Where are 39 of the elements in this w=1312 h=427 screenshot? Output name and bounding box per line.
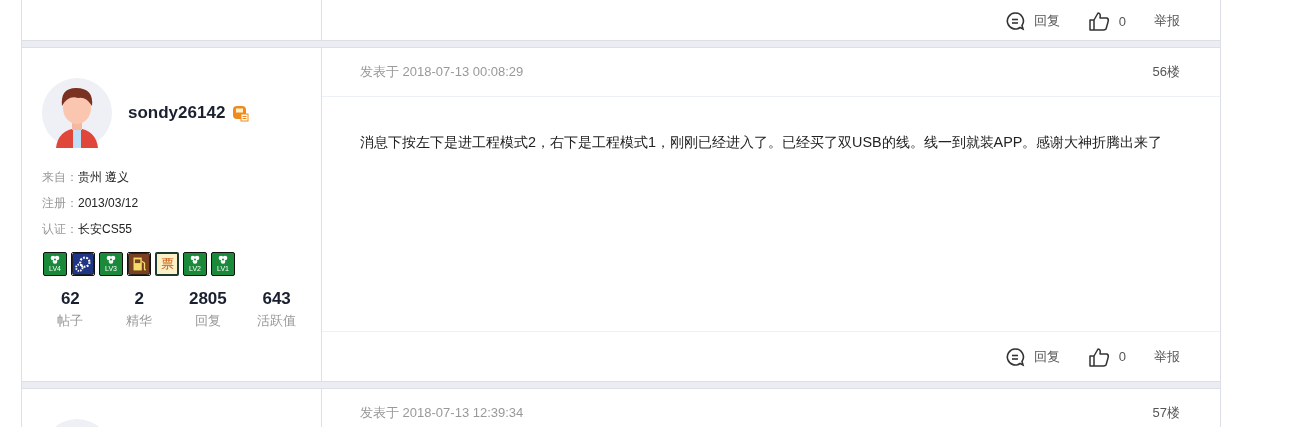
info-label: 来自： (42, 170, 78, 184)
post-date: 发表于 2018-07-13 12:39:34 (360, 404, 524, 422)
stat-value: 643 (262, 288, 291, 310)
stat-label: 回复 (194, 312, 221, 330)
report-link[interactable]: 举报 (1154, 347, 1180, 366)
stat-label: 帖子 (57, 312, 84, 330)
info-label: 认证： (42, 222, 78, 236)
post-date: 发表于 2018-07-13 00:08:29 (360, 63, 524, 81)
clover-icon (217, 255, 229, 265)
stat-value: 2805 (188, 288, 227, 310)
car-owner-icon (231, 104, 250, 122)
thumbs-up-icon (1087, 345, 1110, 368)
info-value: 长安CS55 (78, 222, 133, 236)
like-count[interactable]: 0 (1118, 349, 1126, 364)
gear-badge-icon (71, 252, 95, 276)
info-value: 贵州 遵义 (78, 170, 130, 184)
stat-label: 精华 (126, 312, 153, 330)
report-link[interactable]: 举报 (1154, 12, 1180, 30)
comment-icon (1004, 346, 1025, 367)
reply-link[interactable]: 回复 (1033, 347, 1060, 366)
floor-number: 57楼 (1152, 404, 1180, 422)
info-value: 2013/03/12 (78, 196, 139, 210)
avatar-icon (42, 78, 112, 148)
fuel-pump-icon (127, 252, 151, 276)
stat-label: 活跃值 (257, 312, 297, 330)
clover-icon (189, 255, 201, 265)
clover-icon (49, 255, 61, 265)
comment-icon (1004, 11, 1025, 31)
username[interactable]: sondy26142 (128, 103, 226, 123)
post-text: 消息下按左下是进工程模式2，右下是工程模式1，刚刚已经进入了。已经买了双USB的线。线一到就装APP。感谢大神折腾出来了 (359, 133, 1164, 152)
reply-link[interactable]: 回复 (1033, 12, 1060, 30)
stat-value: 2 (134, 288, 144, 310)
like-count[interactable]: 0 (1118, 13, 1126, 29)
thumbs-up-icon (1087, 10, 1110, 32)
stat-value: 62 (60, 288, 80, 310)
ticket-badge: 票 (155, 252, 179, 276)
info-label: 注册： (42, 196, 78, 210)
clover-icon (105, 255, 117, 265)
floor-number: 56楼 (1152, 63, 1180, 81)
